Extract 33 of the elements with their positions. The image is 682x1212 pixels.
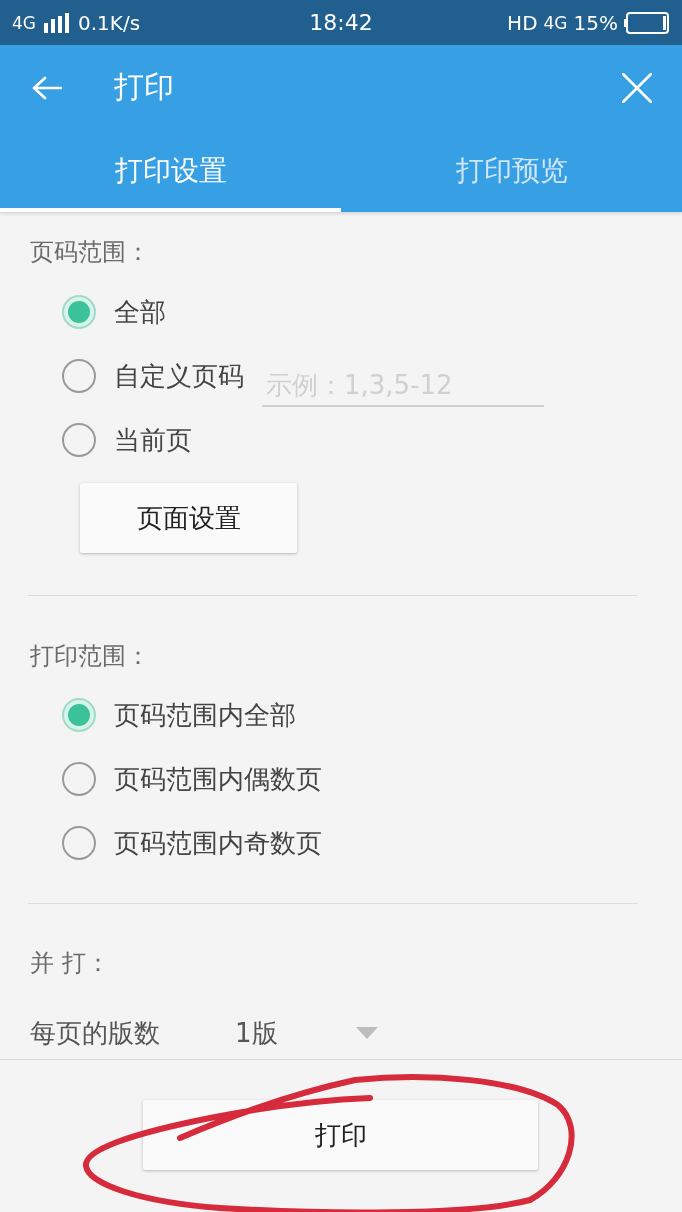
radio-button[interactable] <box>62 698 96 732</box>
pages-per-sheet-dropdown[interactable]: 1版 <box>235 1015 378 1051</box>
radio-button[interactable] <box>62 762 96 796</box>
network-speed: 0.1K/s <box>78 10 141 35</box>
battery-icon <box>624 11 670 34</box>
section-title: 并 打： <box>29 948 110 979</box>
network-type: 4G <box>12 12 36 33</box>
radio-button[interactable] <box>62 826 96 860</box>
pages-per-sheet-label: 每页的版数 <box>30 1016 161 1050</box>
battery-percent: 15% <box>573 10 618 35</box>
back-arrow-icon <box>32 75 62 100</box>
caret-icon <box>355 1027 378 1039</box>
clock: 18:42 <box>309 10 373 35</box>
option-label[interactable]: 页码范围内奇数页 <box>114 825 322 861</box>
radio-button[interactable] <box>62 423 96 457</box>
print-button[interactable]: 打印 <box>143 1100 538 1170</box>
option-label[interactable]: 全部 <box>114 294 166 330</box>
page-title: 打印 <box>114 68 174 106</box>
radio-button[interactable] <box>62 359 96 393</box>
option-label[interactable]: 页码范围内偶数页 <box>114 761 322 797</box>
section-title: 打印范围： <box>29 641 150 672</box>
close-icon <box>622 72 652 103</box>
section-title: 页码范围： <box>29 237 150 268</box>
signal-icon <box>44 12 70 33</box>
option-label[interactable]: 当前页 <box>114 422 192 458</box>
page-setup-button[interactable]: 页面设置 <box>80 483 297 553</box>
close-button[interactable] <box>622 72 652 103</box>
option-label[interactable]: 页码范围内全部 <box>114 697 296 733</box>
radio-button[interactable] <box>62 295 96 329</box>
network-type: 4G <box>543 12 568 33</box>
back-button[interactable] <box>32 75 62 100</box>
hd-indicator: HD <box>507 10 538 35</box>
option-label[interactable]: 自定义页码 <box>114 358 244 394</box>
